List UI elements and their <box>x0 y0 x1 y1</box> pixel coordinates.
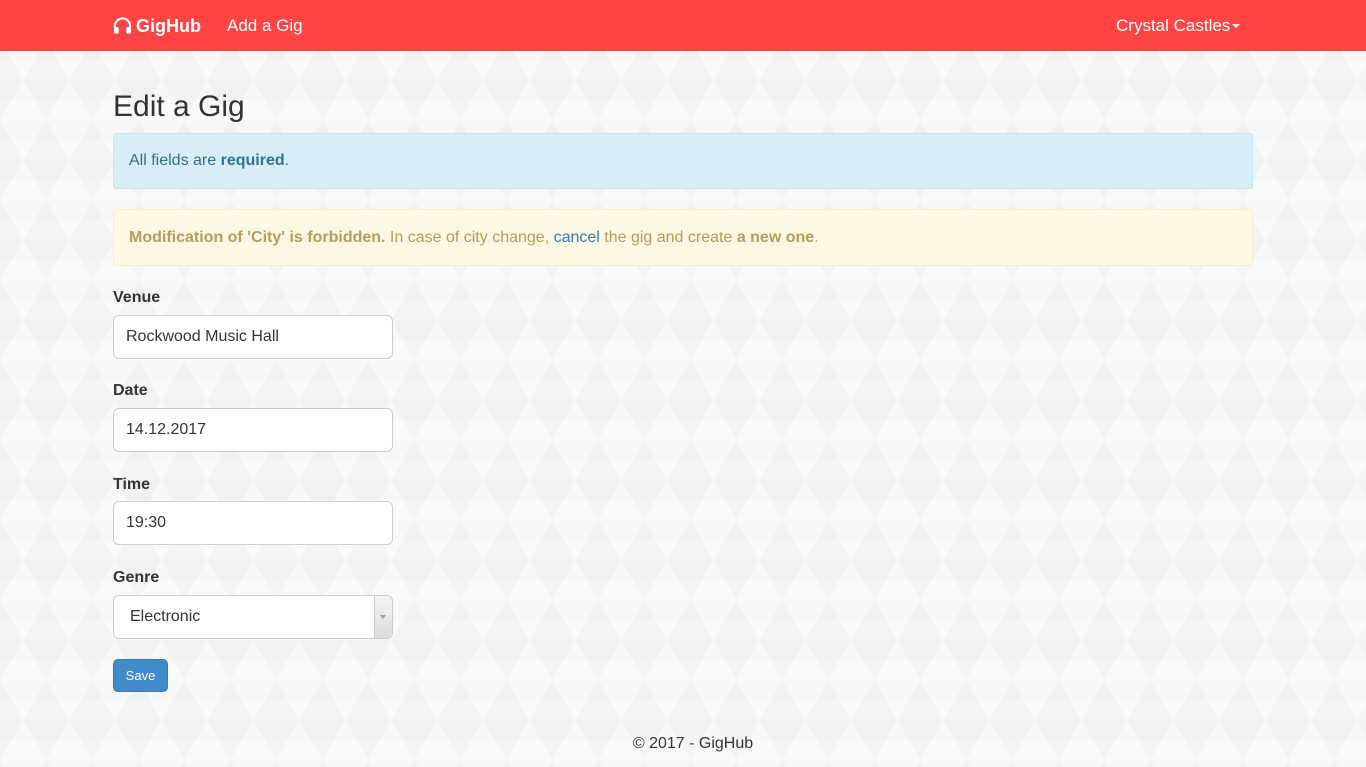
user-name: Crystal Castles <box>1116 16 1231 35</box>
genre-label: Genre <box>113 569 160 586</box>
info-alert-suffix: . <box>284 152 290 169</box>
brand-link[interactable]: GigHub <box>113 14 201 38</box>
date-input[interactable] <box>113 408 393 452</box>
warning-alert-text: In case of city change, <box>385 228 554 246</box>
dropdown-arrow-icon[interactable] <box>374 596 392 638</box>
genre-select-value: Electronic <box>130 608 201 625</box>
warning-alert-bold: Modification of 'City' is forbidden. <box>129 228 386 246</box>
info-alert-text: All fields are <box>129 152 221 169</box>
caret-down-icon <box>1232 24 1241 28</box>
venue-input[interactable] <box>113 315 393 359</box>
page-title: Edit a Gig <box>113 90 245 123</box>
navbar: GigHub Add a Gig Crystal Castles <box>0 0 1366 51</box>
info-alert-bold: required <box>220 152 285 169</box>
date-label: Date <box>113 382 148 399</box>
genre-select[interactable]: Electronic <box>113 595 393 639</box>
venue-label: Venue <box>113 289 161 306</box>
headphones-icon <box>113 17 132 34</box>
save-button[interactable]: Save <box>113 659 168 692</box>
warning-alert: Modification of 'City' is forbidden. In … <box>113 209 1253 266</box>
cancel-link[interactable]: cancel <box>554 229 600 247</box>
info-alert: All fields are required. <box>113 133 1253 189</box>
brand-label: GigHub <box>136 15 201 36</box>
user-menu[interactable]: Crystal Castles <box>1116 14 1241 38</box>
footer-text: © 2017 - GigHub <box>632 735 754 752</box>
warning-alert-bold-2: a new one <box>736 228 815 246</box>
nav-add-gig[interactable]: Add a Gig <box>227 14 303 38</box>
warning-alert-text-2: the gig and create <box>599 228 737 246</box>
time-input[interactable] <box>113 501 393 545</box>
time-label: Time <box>113 476 151 493</box>
warning-alert-suffix: . <box>814 228 819 246</box>
